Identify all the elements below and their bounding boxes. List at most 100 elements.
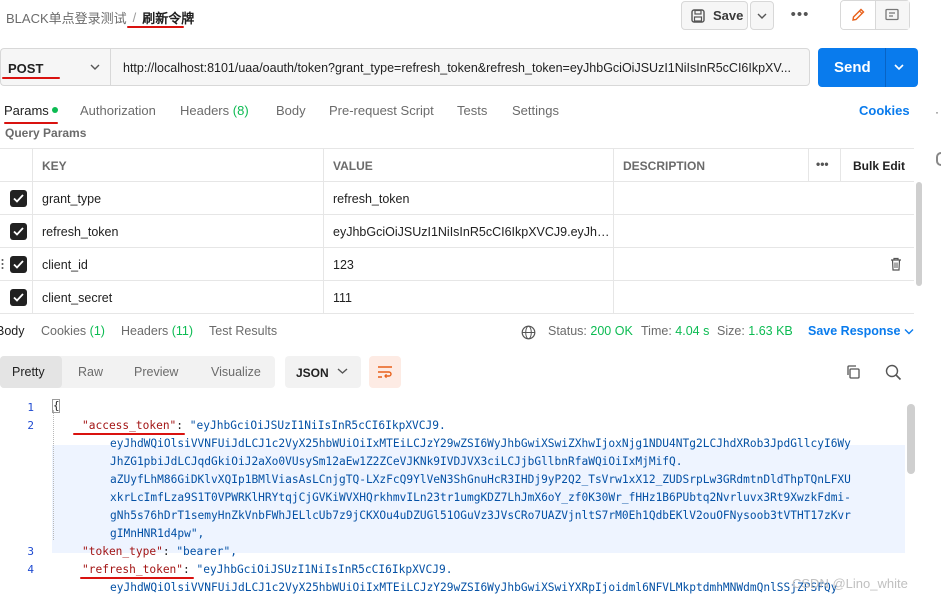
annotation-underline — [73, 433, 185, 435]
bulk-edit-button[interactable]: Bulk Edit — [853, 159, 905, 173]
column-divider — [840, 149, 841, 181]
wrap-lines-icon — [378, 366, 392, 379]
url-input[interactable]: http://localhost:8101/uaa/oauth/token?gr… — [110, 48, 810, 86]
json-key: "token_type" — [82, 545, 163, 558]
column-divider — [808, 149, 809, 181]
view-toggle — [840, 0, 910, 30]
tab-headers[interactable]: Headers (8) — [180, 103, 249, 118]
row-checkbox[interactable] — [10, 289, 27, 306]
search-icon[interactable] — [885, 364, 902, 381]
top-bar: BLACK单点登录测试 / 刷新令牌 Save ••• — [0, 0, 943, 34]
headers-count: (8) — [232, 103, 249, 118]
param-key[interactable]: client_secret — [42, 291, 312, 305]
fold-brace[interactable]: { — [52, 399, 60, 413]
column-divider — [613, 215, 614, 247]
code-line-token-type: "token_type": "bearer", — [82, 545, 237, 558]
save-response-label: Save Response — [808, 324, 901, 338]
param-key[interactable]: refresh_token — [42, 225, 312, 239]
send-divider — [885, 48, 886, 87]
save-button[interactable]: Save — [681, 1, 748, 30]
time-label: Time: — [641, 324, 672, 338]
tab-params-label: Params — [4, 103, 49, 118]
code-continuation: eyJhdWQiOlsiVVNFUiJdLCJ1c2VyX25hbWUiOiIx… — [110, 581, 838, 594]
view-preview[interactable]: Preview — [134, 365, 178, 379]
response-tab-body[interactable]: Body — [0, 324, 25, 338]
edge-marker: · — [935, 105, 939, 119]
row-checkbox[interactable] — [10, 190, 27, 207]
code-continuation: gIMnHNR1d4pw", — [110, 527, 205, 540]
response-size[interactable]: Size: 1.63 KB — [717, 324, 793, 338]
breadcrumb-collection[interactable]: BLACK单点登录测试 — [6, 8, 127, 27]
save-options-button[interactable] — [750, 1, 774, 30]
param-value[interactable]: 123 — [333, 258, 609, 272]
breadcrumb-separator: / — [132, 10, 137, 25]
param-key[interactable]: client_id — [42, 258, 312, 272]
response-bar: Body Cookies (1) Headers (11) Test Resul… — [0, 324, 943, 344]
send-button[interactable]: Send — [818, 48, 918, 87]
params-table: KEY VALUE DESCRIPTION ••• Bulk Edit gran… — [0, 148, 914, 314]
wrap-lines-button[interactable] — [369, 356, 401, 388]
params-scrollbar[interactable] — [916, 182, 922, 286]
json-key: "refresh_token" — [82, 563, 184, 576]
tab-authorization[interactable]: Authorization — [80, 103, 156, 118]
param-value[interactable]: refresh_token — [333, 192, 609, 206]
row-checkbox[interactable] — [10, 223, 27, 240]
trash-icon[interactable] — [890, 257, 902, 271]
checkmark-icon — [13, 227, 24, 236]
column-divider — [613, 149, 614, 181]
response-time[interactable]: Time: 4.04 s — [641, 324, 709, 338]
tab-params[interactable]: Params — [4, 103, 58, 118]
documentation-button[interactable] — [875, 1, 909, 29]
response-tab-test-results[interactable]: Test Results — [209, 324, 277, 338]
table-options-button[interactable]: ••• — [816, 157, 829, 171]
checkmark-icon — [13, 293, 24, 302]
response-body-code[interactable]: 1 { 2 "access_token": "eyJhbGciOiJSUzI1N… — [0, 396, 905, 601]
response-scrollbar[interactable] — [907, 404, 915, 474]
method-select[interactable]: POST — [0, 48, 110, 86]
indent-guide — [53, 410, 54, 540]
response-view-tabs: Pretty Raw Preview Visualize — [0, 356, 275, 388]
view-visualize[interactable]: Visualize — [211, 365, 261, 379]
format-value: JSON — [296, 366, 329, 380]
row-checkbox[interactable] — [10, 256, 27, 273]
column-value: VALUE — [333, 159, 373, 173]
globe-icon[interactable] — [521, 325, 536, 340]
param-key[interactable]: grant_type — [42, 192, 312, 206]
tab-pre-request-script[interactable]: Pre-request Script — [329, 103, 434, 118]
tab-tests[interactable]: Tests — [457, 103, 487, 118]
view-raw[interactable]: Raw — [78, 365, 103, 379]
chevron-down-icon[interactable] — [893, 61, 905, 73]
chevron-down-icon — [904, 329, 914, 335]
column-divider — [613, 182, 614, 214]
query-params-title: Query Params — [5, 126, 87, 140]
line-number: 1 — [27, 401, 34, 414]
code-continuation: eyJhdWQiOlsiVVNFUiJdLCJ1c2VyX25hbWUiOiIx… — [110, 437, 851, 450]
params-table-header: KEY VALUE DESCRIPTION ••• Bulk Edit — [0, 149, 914, 182]
save-response-button[interactable]: Save Response — [808, 324, 914, 338]
drag-handle-icon[interactable] — [1, 258, 4, 270]
request-name[interactable]: 刷新令牌 — [142, 8, 194, 27]
response-tab-cookies[interactable]: Cookies (1) — [41, 324, 105, 338]
tab-body[interactable]: Body — [276, 103, 306, 118]
pencil-icon — [851, 8, 865, 21]
response-tab-headers[interactable]: Headers (11) — [121, 324, 193, 338]
response-tab-headers-label: Headers — [121, 324, 169, 338]
column-key: KEY — [42, 159, 67, 173]
param-value[interactable]: eyJhbGciOiJSUzI1NiIsInR5cCI6IkpXVCJ9.eyJ… — [333, 225, 611, 239]
edit-mode-button[interactable] — [841, 1, 876, 29]
method-value: POST — [8, 61, 44, 76]
tab-settings[interactable]: Settings — [512, 103, 559, 118]
line-number: 2 — [27, 419, 34, 432]
view-pretty[interactable]: Pretty — [0, 356, 62, 388]
format-select[interactable]: JSON — [285, 356, 361, 388]
column-divider — [323, 248, 324, 280]
param-value[interactable]: 111 — [333, 291, 609, 305]
send-label: Send — [834, 59, 871, 76]
annotation-underline — [4, 122, 58, 124]
code-continuation: xkrLcImfLza9S1T0VPWRKlHRYtqjCjGVKiWVXHQr… — [110, 491, 851, 504]
cookies-link[interactable]: Cookies — [859, 103, 910, 118]
response-headers-count: (11) — [171, 324, 194, 338]
copy-icon[interactable] — [845, 364, 861, 380]
line-number: 3 — [27, 545, 34, 558]
more-actions-button[interactable]: ••• — [787, 6, 813, 24]
